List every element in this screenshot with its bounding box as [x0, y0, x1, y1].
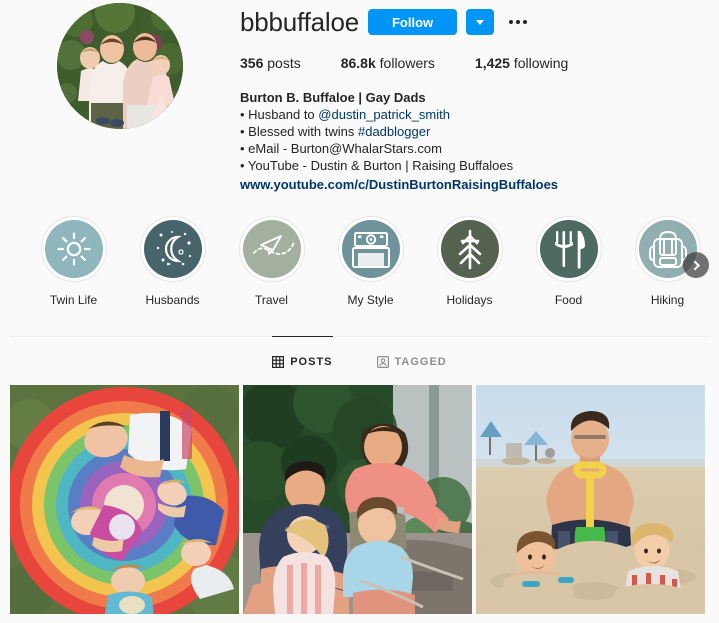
- story-highlights: Twin Life Husbands Travel My Style Holid…: [0, 216, 719, 307]
- stat-posts-value: 356: [240, 55, 264, 71]
- follow-button[interactable]: Follow: [367, 9, 458, 35]
- chevron-right-icon: [689, 260, 700, 270]
- follow-dropdown-button[interactable]: [466, 9, 495, 35]
- highlight-label: My Style: [347, 293, 394, 307]
- highlight-my-style[interactable]: My Style: [321, 216, 420, 307]
- avatar[interactable]: [57, 3, 183, 129]
- tab-tagged-label: TAGGED: [394, 355, 447, 368]
- highlight-label: Holidays: [446, 293, 493, 307]
- bio-mention-link[interactable]: @dustin_patrick_smith: [318, 107, 450, 122]
- fork-knife-icon: [554, 231, 585, 269]
- stat-following[interactable]: 1,425 following: [475, 55, 568, 71]
- stat-followers-label: followers: [379, 55, 435, 71]
- highlight-ring: [535, 216, 602, 282]
- dot-icon: [509, 20, 514, 24]
- tab-posts-label: POSTS: [290, 355, 333, 368]
- stats-row: 356 posts 86.8k followers 1,425 followin…: [240, 55, 703, 71]
- camera-icon: [351, 232, 390, 268]
- stat-followers[interactable]: 86.8k followers: [341, 55, 435, 71]
- highlight-label: Food: [554, 293, 583, 307]
- stat-following-value: 1,425: [474, 55, 510, 71]
- moon-stars-icon: [156, 231, 191, 266]
- highlight-ring: [337, 216, 404, 282]
- highlight-cover: [341, 220, 400, 278]
- dot-icon: [516, 20, 521, 24]
- post-thumbnail-3[interactable]: [476, 385, 705, 614]
- highlight-label: Husbands: [145, 293, 200, 307]
- highlight-cover: [44, 220, 103, 278]
- bio-line-husband: • Husband to @dustin_patrick_smith: [240, 106, 703, 123]
- bio-line-twins: • Blessed with twins #dadblogger: [240, 123, 703, 140]
- highlight-twin-life[interactable]: Twin Life: [24, 216, 123, 307]
- grid-icon: [272, 355, 285, 368]
- bio-hashtag-link[interactable]: #dadblogger: [358, 124, 430, 139]
- stat-followers-value: 86.8k: [340, 55, 376, 71]
- highlight-ring: [139, 216, 206, 282]
- bio-line2-text: • Blessed with twins: [240, 124, 358, 139]
- bio: Burton B. Buffaloe | Gay Dads • Husband …: [240, 89, 703, 193]
- profile-tabs: POSTS TAGGED: [0, 336, 719, 374]
- more-options-button[interactable]: [503, 9, 533, 35]
- highlight-cover: [440, 220, 499, 278]
- pine-tree-icon: [458, 229, 481, 270]
- highlight-cover: [143, 220, 202, 278]
- post-thumbnail-1[interactable]: [10, 385, 239, 614]
- profile-header: bbbuffaloe Follow 356 posts 86.8k follow…: [0, 0, 719, 196]
- highlight-ring: [436, 216, 503, 282]
- tab-tagged[interactable]: TAGGED: [376, 336, 447, 374]
- highlight-label: Twin Life: [49, 293, 98, 307]
- highlight-travel[interactable]: Travel: [222, 216, 321, 307]
- highlight-husbands[interactable]: Husbands: [123, 216, 222, 307]
- avatar-column: [0, 0, 240, 196]
- highlight-ring: [238, 216, 305, 282]
- highlight-label: Hiking: [650, 293, 685, 307]
- bio-full-name: Burton B. Buffaloe | Gay Dads: [240, 90, 426, 105]
- chevron-down-icon: [476, 19, 485, 25]
- highlight-holidays[interactable]: Holidays: [420, 216, 519, 307]
- highlights-next-button[interactable]: [683, 252, 709, 278]
- highlight-ring: [40, 216, 107, 282]
- stat-posts: 356 posts: [240, 55, 301, 71]
- highlight-cover: [242, 220, 301, 278]
- profile-info: bbbuffaloe Follow 356 posts 86.8k follow…: [240, 0, 719, 196]
- stat-posts-label: posts: [267, 55, 301, 71]
- highlight-label: Travel: [255, 293, 288, 307]
- bio-line-youtube: • YouTube - Dustin & Burton | Raising Bu…: [240, 158, 514, 173]
- stat-following-label: following: [513, 55, 569, 71]
- highlight-food[interactable]: Food: [519, 216, 618, 307]
- bio-line1-text: • Husband to: [240, 107, 319, 122]
- post-thumbnail-2[interactable]: [243, 385, 472, 614]
- bio-website-link[interactable]: www.youtube.com/c/DustinBurtonRaisingBuf…: [240, 176, 703, 193]
- sun-icon: [56, 232, 91, 266]
- bio-line-email: • eMail - Burton@WhalarStars.com: [240, 141, 442, 156]
- username-row: bbbuffaloe Follow: [240, 6, 703, 38]
- tagged-person-icon: [376, 355, 389, 368]
- tab-posts[interactable]: POSTS: [272, 336, 333, 374]
- page-title: bbbuffaloe: [240, 7, 359, 37]
- paper-plane-icon: [252, 235, 295, 255]
- highlight-cover: [539, 220, 598, 278]
- post-grid: [0, 385, 719, 614]
- dot-icon: [523, 20, 528, 24]
